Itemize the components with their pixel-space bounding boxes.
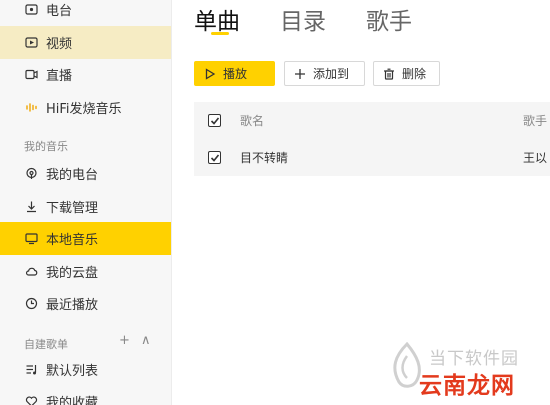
sidebar-item-recent[interactable]: 最近播放 bbox=[0, 287, 171, 320]
download-icon bbox=[24, 200, 38, 214]
podcast-icon bbox=[24, 167, 38, 181]
monitor-icon bbox=[24, 232, 38, 246]
section-header-playlists: 自建歌单 bbox=[24, 338, 68, 351]
heart-icon bbox=[24, 395, 38, 405]
cloud-icon bbox=[24, 265, 38, 279]
sidebar: 电台 视频 直播 HiFi发烧音乐 我的音乐 我的电台 下载管理 本地音乐 我的… bbox=[0, 0, 172, 405]
delete-button[interactable]: 删除 bbox=[373, 61, 440, 86]
sidebar-item-label: HiFi发烧音乐 bbox=[46, 102, 122, 117]
column-header-name[interactable]: 歌名 bbox=[240, 112, 264, 129]
add-to-button[interactable]: 添加到 bbox=[284, 61, 365, 86]
plus-icon bbox=[293, 67, 307, 81]
add-to-button-label: 添加到 bbox=[313, 67, 350, 81]
radio-icon bbox=[24, 3, 38, 17]
table-header-row: 歌名 歌手 bbox=[194, 102, 550, 139]
column-header-artist[interactable]: 歌手 bbox=[523, 112, 547, 129]
play-button-label: 播放 bbox=[223, 67, 248, 81]
sidebar-item-hifi[interactable]: HiFi发烧音乐 bbox=[0, 91, 171, 124]
sidebar-item-label: 我的收藏 bbox=[46, 396, 99, 405]
sidebar-item-live[interactable]: 直播 bbox=[0, 58, 171, 91]
sidebar-item-label: 本地音乐 bbox=[46, 233, 99, 248]
sidebar-item-label: 最近播放 bbox=[46, 298, 99, 313]
song-artist: 王以 bbox=[523, 151, 548, 165]
sidebar-item-label: 电台 bbox=[46, 4, 73, 19]
trash-icon bbox=[382, 67, 396, 81]
row-checkbox[interactable] bbox=[208, 151, 221, 164]
active-tab-indicator bbox=[211, 32, 229, 35]
sidebar-item-label: 直播 bbox=[46, 69, 73, 84]
sidebar-item-my-radio[interactable]: 我的电台 bbox=[0, 157, 171, 190]
sidebar-item-label: 我的电台 bbox=[46, 168, 99, 183]
tab-songs[interactable]: 单曲 bbox=[194, 2, 240, 36]
sidebar-item-label: 视频 bbox=[46, 37, 73, 52]
sidebar-item-default-list[interactable]: 默认列表 bbox=[0, 353, 171, 386]
tab-directory[interactable]: 目录 bbox=[280, 2, 326, 36]
clock-icon bbox=[24, 297, 38, 311]
play-icon bbox=[203, 67, 217, 81]
song-name: 目不转睛 bbox=[240, 151, 289, 165]
sidebar-item-downloads[interactable]: 下载管理 bbox=[0, 190, 171, 223]
song-table: 歌名 歌手 目不转睛 王以 bbox=[194, 102, 550, 176]
delete-button-label: 删除 bbox=[402, 67, 427, 81]
video-icon bbox=[24, 36, 38, 50]
add-playlist-button[interactable]: + bbox=[119, 333, 130, 348]
section-header-my-music: 我的音乐 bbox=[24, 140, 68, 153]
sidebar-item-label: 默认列表 bbox=[46, 364, 99, 379]
sidebar-item-favorites[interactable]: 我的收藏 bbox=[0, 385, 171, 405]
sidebar-item-video[interactable]: 视频 bbox=[0, 26, 171, 59]
tab-artists[interactable]: 歌手 bbox=[366, 2, 412, 36]
live-icon bbox=[24, 68, 38, 82]
watermark-text-bottom: 云南龙网 bbox=[419, 373, 515, 399]
watermark: 当下软件园 云南龙网 bbox=[385, 338, 545, 400]
select-all-checkbox[interactable] bbox=[208, 114, 221, 127]
table-row[interactable]: 目不转睛 王以 bbox=[194, 139, 550, 176]
hifi-wave-icon bbox=[24, 101, 38, 115]
sidebar-item-local-music[interactable]: 本地音乐 bbox=[0, 222, 171, 255]
collapse-playlists-button[interactable]: ∧ bbox=[141, 333, 151, 348]
sidebar-item-label: 我的云盘 bbox=[46, 266, 99, 281]
sidebar-item-radio[interactable]: 电台 bbox=[0, 0, 171, 26]
sidebar-item-cloud[interactable]: 我的云盘 bbox=[0, 255, 171, 288]
sidebar-item-label: 下载管理 bbox=[46, 201, 99, 216]
playlist-icon bbox=[24, 363, 38, 377]
play-button[interactable]: 播放 bbox=[194, 61, 275, 86]
